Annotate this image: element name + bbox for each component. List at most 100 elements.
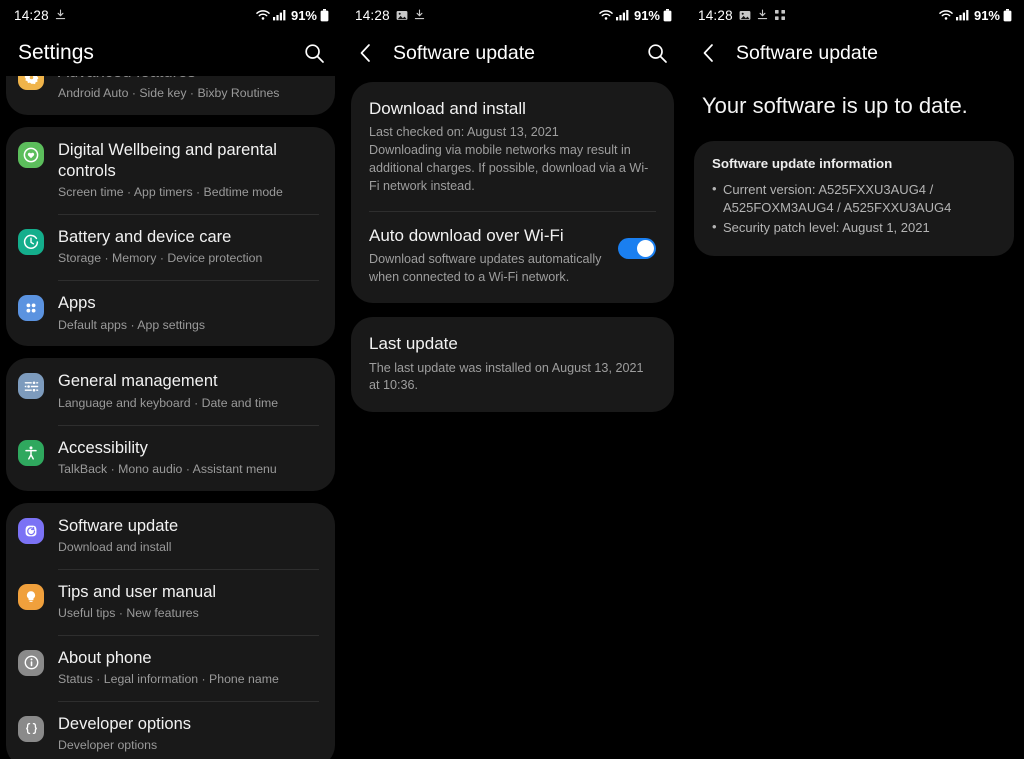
back-button[interactable] (359, 43, 385, 63)
device-care-icon (18, 229, 44, 256)
settings-group: Advanced features Android Auto · Side ke… (6, 76, 335, 116)
three-panel-screenshot: 14:28 91% Settings Android Auto · Side k… (0, 0, 1024, 759)
wifi-icon (939, 9, 953, 21)
auto-download-item[interactable]: Auto download over Wi-Fi Download softwa… (351, 210, 674, 302)
settings-item-developer-options[interactable]: Developer options Developer options (6, 700, 335, 759)
settings-item-text: Software update Download and install (58, 516, 321, 556)
status-bar-left: 14:28 (14, 8, 66, 23)
settings-item-text: Developer options Developer options (58, 714, 321, 754)
settings-item-title: Tips and user manual (58, 582, 217, 601)
battery-icon (320, 8, 329, 22)
back-button[interactable] (702, 43, 728, 63)
settings-item-text: Apps Default apps · App settings (58, 293, 321, 333)
settings-item-text: Digital Wellbeing and parental controls … (58, 140, 321, 201)
settings-item-tips[interactable]: Tips and user manual Useful tips · New f… (6, 568, 335, 635)
battery-percent: 91% (973, 7, 1000, 23)
settings-item-title: Software update (58, 516, 179, 535)
settings-group: Digital Wellbeing and parental controls … (6, 127, 335, 347)
toggle-knob (637, 239, 654, 257)
settings-item-text: Accessibility TalkBack · Mono audio · As… (58, 438, 321, 478)
settings-item-about-phone[interactable]: About phone Status · Legal information ·… (6, 634, 335, 701)
wifi-icon (256, 9, 270, 21)
last-checked-text: Last checked on: August 13, 2021 (369, 125, 559, 140)
page-title: Software update (393, 41, 536, 64)
software-up-to-date-screen: 14:28 91% Software update Your software … (684, 0, 1024, 759)
signal-icon (615, 9, 629, 21)
apps-icon (18, 295, 44, 322)
settings-item-text: Battery and device care Storage · Memory… (58, 227, 321, 267)
status-bar-left: 14:28 (698, 8, 786, 23)
software-update-icon (18, 517, 44, 544)
settings-item-title: Advanced features (58, 76, 321, 83)
settings-item-subtitle: Useful tips · New features (58, 605, 199, 620)
settings-item-digital-wellbeing[interactable]: Digital Wellbeing and parental controls … (6, 127, 335, 214)
settings-item-subtitle: TalkBack · Mono audio · Assistant menu (58, 461, 277, 476)
status-bar: 14:28 91% (0, 0, 341, 30)
status-bar-right: 91% (599, 8, 672, 23)
image-icon (739, 10, 751, 21)
wellbeing-icon (18, 142, 44, 169)
settings-list[interactable]: Advanced features Android Auto · Side ke… (0, 76, 341, 759)
page-title: Settings (18, 41, 94, 64)
info-security-patch: Security patch level: August 1, 2021 (712, 218, 996, 238)
search-button[interactable] (301, 40, 327, 66)
settings-item-battery-device-care[interactable]: Battery and device care Storage · Memory… (6, 214, 335, 280)
battery-icon (1003, 8, 1012, 22)
status-bar-left: 14:28 (355, 8, 425, 23)
settings-item-subtitle: Default apps · App settings (58, 317, 205, 332)
last-update-item[interactable]: Last update The last update was installe… (351, 319, 674, 410)
signal-icon (955, 9, 969, 21)
info-card-heading: Software update information (712, 155, 893, 171)
status-time: 14:28 (355, 7, 390, 23)
search-icon (304, 43, 325, 64)
status-bar-right: 91% (939, 8, 1012, 23)
settings-item-advanced-features[interactable]: Advanced features Android Auto · Side ke… (6, 76, 335, 115)
last-update-title: Last update (369, 334, 458, 354)
settings-item-general-management[interactable]: General management Language and keyboard… (6, 358, 335, 424)
settings-item-apps[interactable]: Apps Default apps · App settings (6, 280, 335, 346)
settings-item-title: Developer options (58, 714, 191, 733)
signal-icon (272, 9, 286, 21)
settings-item-subtitle: Storage · Memory · Device protection (58, 251, 263, 266)
settings-item-subtitle: Android Auto · Side key · Bixby Routines (58, 86, 280, 101)
info-current-version: Current version: A525FXXU3AUG4 / A525FOX… (712, 180, 996, 219)
settings-item-title: General management (58, 372, 218, 391)
sliders-icon (18, 373, 44, 400)
chevron-left-icon (702, 43, 715, 63)
accessibility-icon (18, 439, 44, 466)
download-and-install-item[interactable]: Download and install Last checked on: Au… (351, 84, 674, 211)
settings-group: General management Language and keyboard… (6, 358, 335, 491)
settings-item-accessibility[interactable]: Accessibility TalkBack · Mono audio · As… (6, 424, 335, 491)
last-update-text: Last update The last update was installe… (369, 333, 656, 395)
settings-item-title: About phone (58, 648, 152, 667)
download-icon (55, 9, 66, 21)
info-icon (18, 649, 44, 676)
download-and-install-text: Download and install Last checked on: Au… (369, 98, 656, 196)
download-and-install-description: Downloading via mobile networks may resu… (369, 142, 649, 193)
search-button[interactable] (644, 40, 670, 66)
settings-item-title: Accessibility (58, 438, 148, 457)
software-update-app-bar: Software update (341, 30, 684, 76)
battery-percent: 91% (633, 7, 660, 23)
software-update-information-card: Software update information Current vers… (694, 140, 1014, 257)
up-to-date-app-bar: Software update (684, 30, 1024, 76)
settings-item-text: About phone Status · Legal information ·… (58, 648, 321, 688)
settings-item-text: Advanced features Android Auto · Side ke… (58, 76, 321, 102)
status-bar-right: 91% (256, 8, 329, 23)
settings-item-subtitle: Download and install (58, 539, 172, 554)
auto-download-toggle[interactable] (618, 237, 656, 259)
status-bar: 14:28 91% (684, 0, 1024, 30)
grid-dots-icon (774, 9, 786, 21)
search-icon (647, 43, 668, 64)
up-to-date-headline: Your software is up to date. (702, 93, 968, 118)
battery-icon (663, 8, 672, 22)
developer-options-icon (18, 715, 44, 742)
settings-item-software-update[interactable]: Software update Download and install (6, 503, 335, 569)
lightbulb-icon (18, 583, 44, 610)
settings-item-text: General management Language and keyboard… (58, 371, 321, 411)
wifi-icon (599, 9, 613, 21)
settings-item-title: Battery and device care (58, 228, 232, 247)
auto-download-title: Auto download over Wi-Fi (369, 225, 564, 245)
settings-item-subtitle: Language and keyboard · Date and time (58, 395, 279, 410)
last-update-section: Last update The last update was installe… (351, 317, 674, 413)
